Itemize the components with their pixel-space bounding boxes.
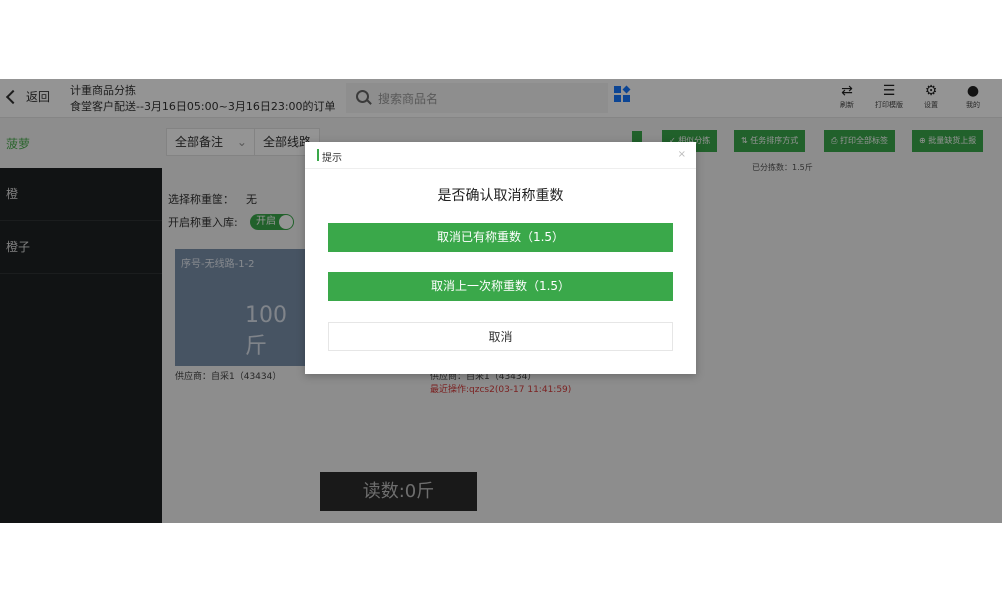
close-icon[interactable]: × xyxy=(678,149,686,160)
dialog-question: 是否确认取消称重数 xyxy=(437,188,564,204)
cancel-last-weight-button[interactable]: 取消上一次称重数（1.5） xyxy=(328,272,673,301)
dialog-header: 提示 × xyxy=(305,142,696,169)
dialog-title-accent xyxy=(317,149,319,161)
cancel-button[interactable]: 取消 xyxy=(328,322,673,351)
cancel-all-weights-button[interactable]: 取消已有称重数（1.5） xyxy=(328,223,673,252)
confirm-dialog: 提示 × 是否确认取消称重数 取消已有称重数（1.5） 取消上一次称重数（1.5… xyxy=(305,142,696,374)
dialog-title: 提示 xyxy=(322,153,342,164)
